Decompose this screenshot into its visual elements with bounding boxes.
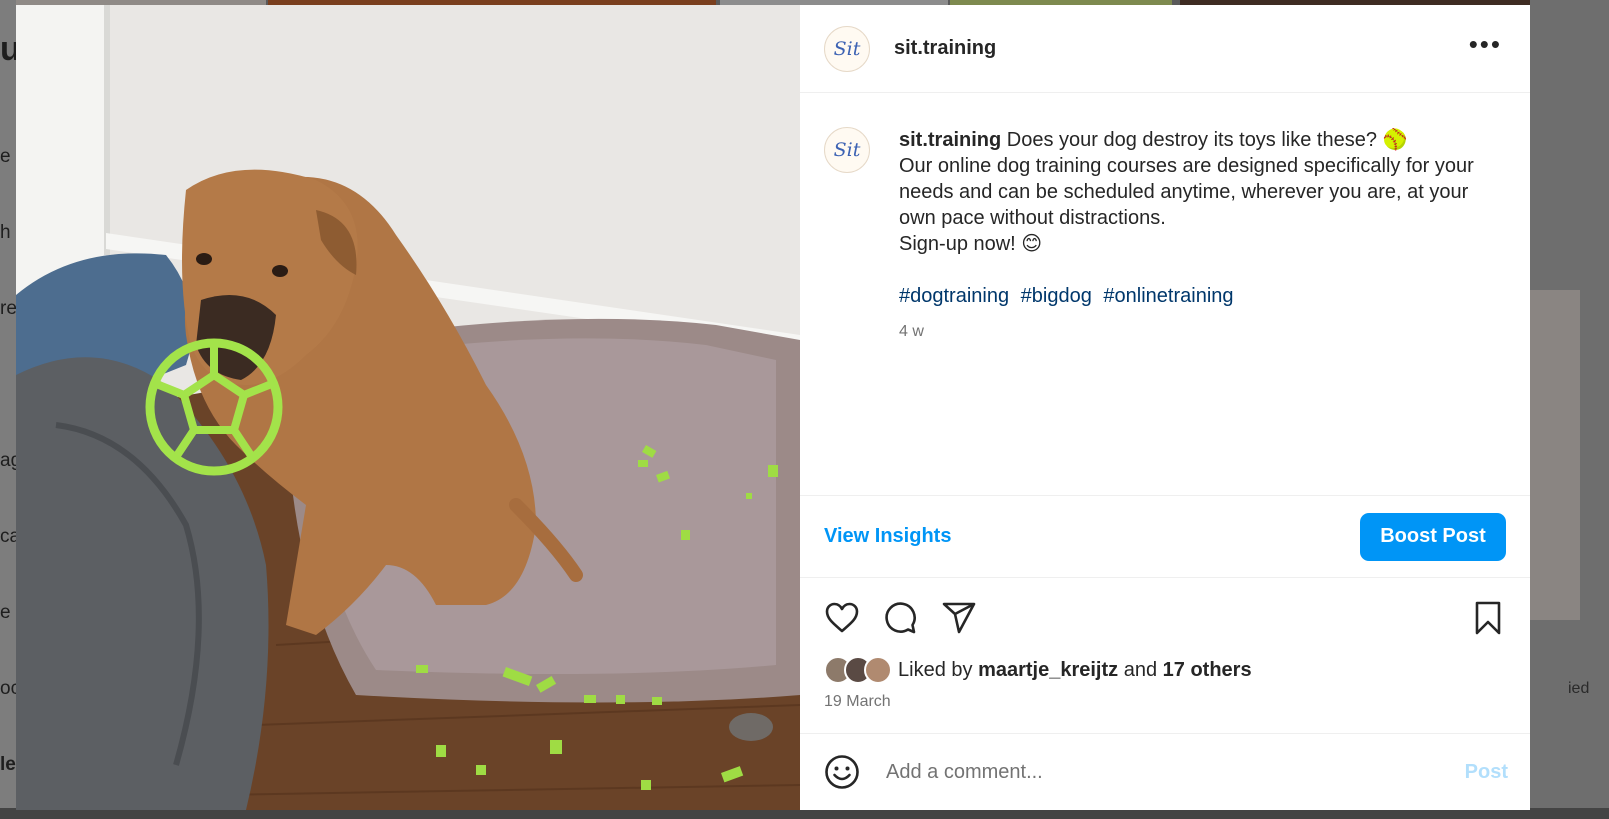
post-modal: Sit sit.training ••• Sit sit.training Do… bbox=[16, 5, 1530, 810]
view-insights-link[interactable]: View Insights bbox=[824, 525, 951, 548]
caption-line-3: Sign-up now! 😊 bbox=[899, 233, 1043, 255]
comment-icon[interactable] bbox=[882, 600, 918, 636]
background-text: ag bbox=[0, 450, 16, 471]
background-text: re bbox=[0, 298, 16, 319]
caption-age[interactable]: 4 w bbox=[899, 319, 1499, 345]
background-text: ied bbox=[1568, 680, 1590, 697]
share-icon[interactable] bbox=[941, 600, 977, 636]
heart-icon[interactable] bbox=[824, 600, 860, 636]
background-sidebar: u e h re ag ca e oc le bbox=[0, 0, 16, 819]
caption-section: Sit sit.training Does your dog destroy i… bbox=[800, 93, 1530, 496]
comment-input[interactable] bbox=[884, 759, 1465, 785]
avatar-logo-text: Sit bbox=[833, 37, 861, 60]
action-icons bbox=[824, 600, 1506, 636]
liker-avatars[interactable] bbox=[824, 656, 892, 684]
post-panel: Sit sit.training ••• Sit sit.training Do… bbox=[800, 5, 1530, 810]
post-comment-button[interactable]: Post bbox=[1465, 761, 1508, 784]
caption-line-2: Our online dog training courses are desi… bbox=[899, 155, 1474, 229]
caption-avatar[interactable]: Sit bbox=[824, 127, 870, 173]
likes-others-link[interactable]: 17 others bbox=[1163, 659, 1252, 682]
background-right: ied bbox=[1530, 0, 1609, 819]
hashtags: #dogtraining #bigdog #onlinetraining bbox=[899, 283, 1499, 309]
hashtag-link[interactable]: #bigdog bbox=[1021, 285, 1092, 307]
avatar[interactable]: Sit bbox=[824, 25, 870, 72]
username[interactable]: sit.training bbox=[894, 37, 996, 60]
background-text: h bbox=[0, 222, 11, 243]
more-options-icon[interactable]: ••• bbox=[1469, 31, 1502, 57]
bookmark-icon[interactable] bbox=[1470, 600, 1506, 636]
liker-username[interactable]: maartje_kreijtz bbox=[978, 659, 1118, 682]
post-image bbox=[16, 5, 800, 810]
background-thumbnail bbox=[1530, 290, 1580, 620]
background-text: ca bbox=[0, 526, 16, 547]
background-text: e bbox=[0, 146, 11, 167]
background-text: u bbox=[0, 30, 16, 68]
emoji-icon[interactable] bbox=[824, 754, 860, 790]
post-header: Sit sit.training ••• bbox=[800, 5, 1530, 93]
likes-summary: Liked by maartje_kreijtz and 17 others bbox=[824, 656, 1252, 684]
post-photo bbox=[16, 5, 800, 810]
background-text: oc bbox=[0, 678, 16, 699]
avatar-logo-text: Sit bbox=[833, 139, 861, 161]
caption-text: sit.training Does your dog destroy its t… bbox=[899, 127, 1499, 345]
actions-section: Liked by maartje_kreijtz and 17 others 1… bbox=[800, 578, 1530, 734]
boost-post-button[interactable]: Boost Post bbox=[1360, 512, 1506, 561]
caption-username[interactable]: sit.training bbox=[899, 129, 1001, 151]
hashtag-link[interactable]: #dogtraining bbox=[899, 285, 1009, 307]
likes-and: and bbox=[1123, 658, 1158, 681]
post-date[interactable]: 19 March bbox=[824, 693, 891, 711]
caption-line-1: Does your dog destroy its toys like thes… bbox=[1006, 129, 1408, 151]
background-text: le bbox=[0, 754, 16, 775]
hashtag-link[interactable]: #onlinetraining bbox=[1103, 285, 1233, 307]
background-text: e bbox=[0, 602, 11, 623]
avatar bbox=[864, 656, 892, 684]
insights-bar: View Insights Boost Post bbox=[800, 496, 1530, 578]
comment-bar: Post bbox=[800, 734, 1530, 810]
likes-prefix: Liked by bbox=[898, 658, 973, 681]
